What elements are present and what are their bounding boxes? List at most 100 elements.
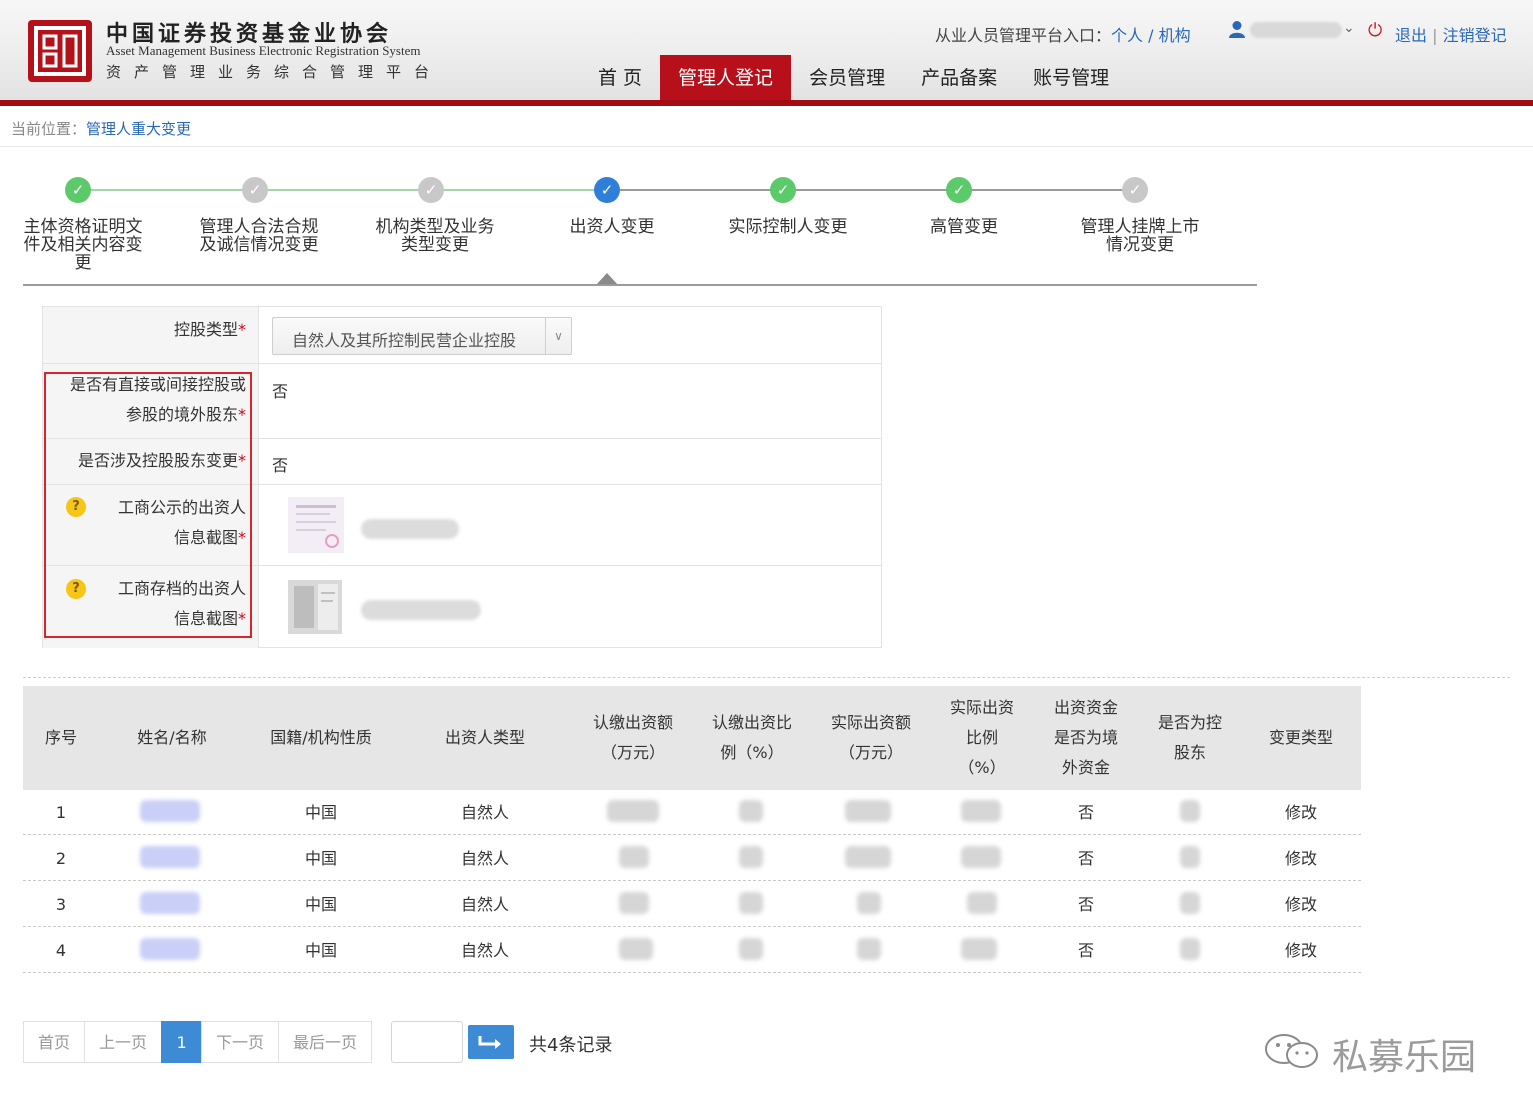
last-page-button[interactable]: 最后一页	[278, 1021, 373, 1063]
nav-member-management[interactable]: 会员管理	[791, 55, 903, 100]
nav-product-filing[interactable]: 产品备案	[903, 55, 1015, 100]
cancel-registration-link[interactable]: 注销登记	[1443, 26, 1507, 45]
prev-page-button[interactable]: 上一页	[84, 1021, 163, 1063]
cell-nationality: 中国	[304, 849, 337, 868]
cell-offshore: 否	[1077, 849, 1094, 868]
cell-name-redacted	[140, 846, 200, 868]
holding-type-label-text: 控股类型	[173, 320, 238, 339]
top-header: 中国证券投资基金业协会 Asset Management Business El…	[0, 0, 1533, 100]
public-screenshot-thumbnail[interactable]	[288, 497, 344, 553]
step-2-label[interactable]: 管理人合法合规及诚信情况变更	[194, 218, 324, 254]
th-offshore-funds: 出资资金 是否为境 外资金	[1033, 686, 1139, 790]
cell-name-redacted	[140, 892, 200, 914]
step-2-check-icon[interactable]: ✓	[242, 177, 268, 203]
highlight-box	[44, 372, 252, 638]
step-7-check-icon[interactable]: ✓	[1122, 177, 1148, 203]
controlling-change-value: 否	[272, 456, 289, 475]
th-line: 认缴出资额	[592, 713, 673, 732]
cell-investor-type: 自然人	[460, 849, 509, 868]
personal-link[interactable]: 个人	[1111, 26, 1143, 45]
step-4-check-icon[interactable]: ✓	[594, 177, 620, 203]
th-line: 认缴出资比	[711, 713, 792, 732]
chevron-down-icon: ∨	[545, 318, 571, 354]
breadcrumb-current[interactable]: 管理人重大变更	[86, 120, 191, 138]
go-arrow-icon[interactable]	[468, 1025, 514, 1059]
step-5-label[interactable]: 实际控制人变更	[723, 218, 853, 236]
next-page-button[interactable]: 下一页	[201, 1021, 280, 1063]
cell-redacted	[1180, 846, 1200, 868]
org-name-en: Asset Management Business Electronic Reg…	[106, 43, 421, 58]
step-1-check-icon[interactable]: ✓	[65, 177, 91, 203]
th-paid-ratio: 实际出资 比例 （%）	[931, 686, 1033, 790]
holding-type-select[interactable]: 自然人及其所控制民营企业控股 ∨	[272, 317, 572, 355]
cell-redacted	[967, 892, 997, 914]
th-line: （万元）	[838, 743, 903, 762]
chevron-down-icon[interactable]: ⌄	[1343, 20, 1355, 36]
nav-home[interactable]: 首 页	[580, 55, 660, 100]
required-mark: *	[238, 320, 246, 339]
holding-type-value: 自然人及其所控制民营企业控股	[292, 331, 517, 350]
step-5-check-icon[interactable]: ✓	[770, 177, 796, 203]
step-3-check-icon[interactable]: ✓	[418, 177, 444, 203]
platform-name: 资产管理业务综合管理平台	[106, 63, 443, 81]
username-redacted[interactable]	[1250, 22, 1342, 38]
first-page-button[interactable]: 首页	[23, 1021, 86, 1063]
cell-name-redacted	[140, 800, 200, 822]
cell-investor-type: 自然人	[460, 895, 509, 914]
user-icon[interactable]	[1228, 20, 1246, 38]
step-6-label[interactable]: 高管变更	[899, 218, 1029, 236]
divider	[0, 146, 1533, 147]
step-1-label[interactable]: 主体资格证明文件及相关内容变更	[18, 218, 148, 272]
cell-no: 4	[55, 941, 67, 960]
nav-account-management[interactable]: 账号管理	[1015, 55, 1127, 100]
cell-nationality: 中国	[304, 895, 337, 914]
th-line: 比例	[965, 728, 998, 747]
cell-redacted	[845, 846, 891, 868]
amac-logo	[28, 20, 92, 82]
th-change-type-text: 变更类型	[1268, 728, 1333, 747]
table-row: 1 中国 自然人 否 修改	[23, 790, 1361, 835]
org-link[interactable]: 机构	[1159, 26, 1191, 45]
cell-investor-type: 自然人	[460, 803, 509, 822]
breadcrumb: 当前位置：管理人重大变更	[11, 118, 191, 139]
shareholder-table: 序号 姓名/名称 国籍/机构性质 出资人类型 认缴出资额 （万元） 认缴出资比 例（…	[23, 686, 1361, 973]
wechat-icon	[1265, 1034, 1318, 1068]
cell-change-type: 修改	[1284, 803, 1317, 822]
th-line: 是否为境	[1053, 728, 1118, 747]
th-name: 姓名/名称	[99, 686, 245, 790]
pagination: 首页 上一页 1 下一页 最后一页	[23, 1021, 373, 1063]
power-icon[interactable]: ⏻	[1368, 20, 1382, 41]
th-paid-amount: 实际出资额 （万元）	[811, 686, 931, 790]
th-line: 实际出资额	[830, 713, 911, 732]
th-change-type: 变更类型	[1241, 686, 1361, 790]
cell-offshore: 否	[1077, 895, 1094, 914]
step-6-check-icon[interactable]: ✓	[946, 177, 972, 203]
cell-change-type: 修改	[1284, 849, 1317, 868]
cell-offshore: 否	[1077, 941, 1094, 960]
th-line: 出资资金	[1053, 698, 1118, 717]
nav-manager-registration[interactable]: 管理人登记	[660, 55, 792, 100]
breadcrumb-prefix: 当前位置：	[11, 120, 87, 138]
page-1-button[interactable]: 1	[161, 1021, 203, 1063]
step-4-label[interactable]: 出资人变更	[547, 218, 677, 236]
th-line: 实际出资	[949, 698, 1014, 717]
step-underline	[23, 284, 1257, 286]
th-line: 股东	[1173, 743, 1206, 762]
page-jump-input[interactable]	[391, 1021, 463, 1063]
archive-screenshot-filename-redacted[interactable]	[361, 600, 481, 620]
step-3-label[interactable]: 机构类型及业务类型变更	[370, 218, 500, 254]
table-header: 序号 姓名/名称 国籍/机构性质 出资人类型 认缴出资额 （万元） 认缴出资比 例（…	[23, 686, 1361, 790]
logout-link[interactable]: 退出	[1395, 26, 1427, 45]
cell-name-redacted	[140, 938, 200, 960]
account-links: 退出 | 注销登记	[1395, 22, 1507, 46]
th-line: 是否为控	[1157, 713, 1222, 732]
table-row: 2 中国 自然人 否 修改	[23, 836, 1361, 881]
platform-entry: 从业人员管理平台入口：个人 / 机构	[935, 22, 1191, 46]
platform-entry-label: 从业人员管理平台入口：	[935, 26, 1112, 45]
step-7-label[interactable]: 管理人挂牌上市情况变更	[1075, 218, 1205, 254]
archive-screenshot-thumbnail[interactable]	[288, 580, 342, 634]
th-subscribed-amount: 认缴出资额 （万元）	[573, 686, 693, 790]
public-screenshot-filename-redacted[interactable]	[361, 519, 459, 539]
link-separator: |	[1432, 26, 1438, 45]
th-investor-type: 出资人类型	[397, 686, 573, 790]
